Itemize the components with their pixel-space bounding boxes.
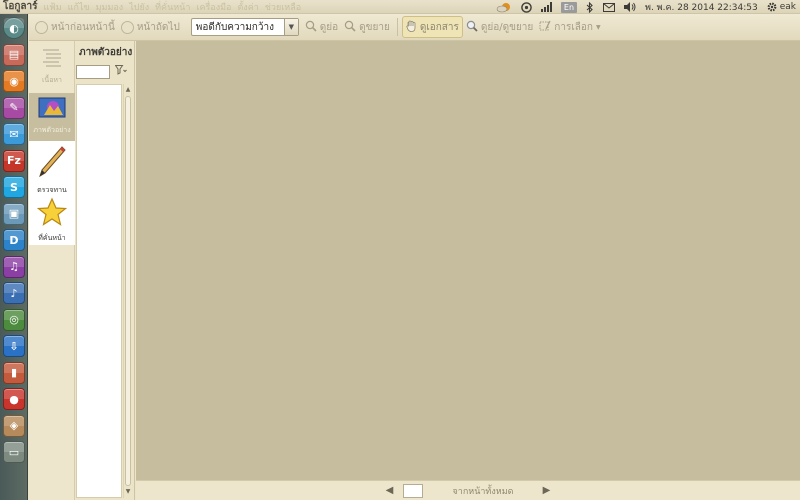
sidebar-tab-review[interactable]: ตรวจทาน xyxy=(29,141,75,194)
media-icon[interactable]: ● xyxy=(3,388,25,410)
selection-tool-label: การเลือก xyxy=(554,21,593,33)
trash-icon[interactable]: ▭ xyxy=(3,441,25,463)
user-name: eak xyxy=(779,2,796,12)
magnifier-icon xyxy=(466,20,478,35)
music-icon[interactable]: ♪ xyxy=(3,282,25,304)
scroll-down-icon[interactable]: ▼ xyxy=(124,488,132,496)
menu-file[interactable]: แฟ้ม xyxy=(44,0,62,14)
hand-icon xyxy=(406,20,417,35)
toolbar: หน้าก่อนหน้านี้ หน้าถัดไป พอดีกับความกว้… xyxy=(29,14,800,41)
disk-icon[interactable]: ◎ xyxy=(3,308,25,331)
zoom-out-label: ดูขยาย xyxy=(359,21,390,33)
zoom-tool-label: ดูย่อ/ดูขยาย xyxy=(480,21,534,33)
arrow-up-icon xyxy=(35,20,48,34)
keyboard-layout-indicator[interactable]: En xyxy=(560,1,578,13)
weather-icon[interactable] xyxy=(496,1,512,13)
previous-page-button[interactable]: หน้าก่อนหน้านี้ xyxy=(32,16,118,38)
browse-tool-label: ดูเอกสาร xyxy=(419,21,459,33)
menu-bar: แฟ้ม แก้ไข มุมมอง ไปยัง ที่คั่นหน้า เครื… xyxy=(44,0,302,14)
zoom-tool-button[interactable]: ดูย่อ/ดูขยาย xyxy=(463,16,536,38)
launcher: ◐ ▤ ◉ ✎ ✉ Fz S ▣ D ♫ ♪ ◎ ⇩ ▮ ● ◈ ▭ xyxy=(0,14,28,500)
review-pencil-icon xyxy=(37,145,67,182)
indicator-area: En พ. พ.ค. 28 2014 22:34:53 eak xyxy=(496,0,796,14)
chevron-down-icon[interactable]: ▼ xyxy=(283,19,298,35)
arrow-down-icon xyxy=(120,20,134,34)
messenger-icon[interactable]: ✉ xyxy=(3,123,25,145)
firefox-icon[interactable]: ◉ xyxy=(3,70,25,92)
thumbnails-icon xyxy=(38,97,66,122)
bookmark-star-icon xyxy=(36,197,68,230)
files-icon[interactable]: ▤ xyxy=(3,43,25,66)
dash-home-icon[interactable]: ◐ xyxy=(3,17,25,39)
of-pages-label: จากหน้าทั้งหมด xyxy=(452,486,514,497)
selection-icon xyxy=(539,20,551,35)
menu-help[interactable]: ช่วยเหลือ xyxy=(265,0,301,14)
page-navigation-bar: ◀ จากหน้าทั้งหมด ▶ xyxy=(136,480,800,500)
menu-bookmarks[interactable]: ที่คั่นหน้า xyxy=(155,0,190,14)
downloader-icon[interactable]: ⇩ xyxy=(3,335,25,357)
zoom-in-button[interactable]: ดูย่อ xyxy=(302,16,341,38)
selection-tool-button[interactable]: การเลือก ▼ xyxy=(536,16,603,38)
dictionary-icon[interactable]: D xyxy=(3,229,25,251)
toolbar-separator xyxy=(396,18,398,36)
filter-icon[interactable] xyxy=(114,65,127,78)
previous-page-label: หน้าก่อนหน้านี้ xyxy=(51,21,115,33)
skype-icon[interactable]: S xyxy=(3,176,25,198)
sidebar-tab-bookmarks-label: ที่คั่นหน้า xyxy=(38,234,66,242)
top-panel: โอกูลาร์ แฟ้ม แก้ไข มุมมอง ไปยัง ที่คั่น… xyxy=(0,0,800,14)
previous-page-arrow-icon[interactable]: ◀ xyxy=(383,485,397,496)
dropdown-arrow-icon: ▼ xyxy=(595,23,601,31)
contents-icon xyxy=(41,47,63,72)
menu-tools[interactable]: เครื่องมือ xyxy=(196,0,231,14)
thumbnails-scrollbar[interactable]: ▲ ▼ xyxy=(123,84,132,498)
zoom-select[interactable]: พอดีกับความกว้าง ▼ xyxy=(190,18,299,36)
volume-icon[interactable] xyxy=(624,1,636,13)
menu-view[interactable]: มุมมอง xyxy=(96,0,124,14)
sidebar-tab-bookmarks[interactable]: ที่คั่นหน้า xyxy=(29,193,75,245)
next-page-label: หน้าถัดไป xyxy=(136,21,180,33)
image-viewer-icon[interactable]: ▣ xyxy=(3,202,25,225)
scroll-up-icon[interactable]: ▲ xyxy=(124,86,132,94)
next-page-button[interactable]: หน้าถัดไป xyxy=(118,16,183,38)
document-view[interactable] xyxy=(136,41,800,480)
filezilla-icon[interactable]: Fz xyxy=(3,149,25,172)
mail-icon[interactable] xyxy=(603,1,616,13)
network-signal-icon[interactable] xyxy=(540,1,552,13)
sidebar-tab-thumbnails[interactable]: ภาพตัวอย่าง xyxy=(29,93,75,145)
zoom-in-icon xyxy=(305,20,317,35)
clock-datetime[interactable]: พ. พ.ค. 28 2014 22:34:53 xyxy=(645,1,758,13)
zoom-select-value: พอดีกับความกว้าง xyxy=(195,21,274,33)
app-title: โอกูลาร์ xyxy=(3,1,38,12)
thumbnails-list[interactable] xyxy=(76,84,122,498)
scrollbar-track[interactable] xyxy=(125,96,131,486)
page-number-input[interactable] xyxy=(402,483,423,498)
thumbnails-panel: ภาพตัวอย่าง ▲ ▼ xyxy=(75,41,135,500)
audio-player-icon[interactable]: ♫ xyxy=(3,255,25,278)
zoom-out-icon xyxy=(344,20,356,35)
sync-icon[interactable] xyxy=(521,1,532,13)
menu-go[interactable]: ไปยัง xyxy=(129,0,149,14)
next-page-arrow-icon[interactable]: ▶ xyxy=(539,485,553,496)
sidebar-tab-contents-label: เนื้อหา xyxy=(42,76,62,84)
zoom-in-label: ดูย่อ xyxy=(319,21,339,33)
okular-icon[interactable]: ◈ xyxy=(3,414,25,437)
menu-settings[interactable]: ตั้งค่า xyxy=(237,0,258,14)
terminal-icon[interactable]: ▮ xyxy=(3,361,25,384)
sidebar-tabs: เนื้อหา ภาพตัวอย่าง ตรวจทาน ที่คั่นหน้า xyxy=(29,41,75,500)
menu-edit[interactable]: แก้ไข xyxy=(68,0,90,14)
thumbnails-search-input[interactable] xyxy=(76,65,110,79)
thumbnails-title: ภาพตัวอย่าง xyxy=(79,47,133,58)
session-menu[interactable]: eak xyxy=(767,1,796,13)
sidebar-tab-contents[interactable]: เนื้อหา xyxy=(29,43,75,95)
browse-tool-button[interactable]: ดูเอกสาร xyxy=(401,16,463,38)
calligra-icon[interactable]: ✎ xyxy=(3,96,25,119)
bluetooth-icon[interactable] xyxy=(586,1,594,13)
gear-icon xyxy=(767,2,777,12)
sidebar-tab-thumbnails-label: ภาพตัวอย่าง xyxy=(33,126,71,134)
zoom-out-button[interactable]: ดูขยาย xyxy=(341,16,393,38)
